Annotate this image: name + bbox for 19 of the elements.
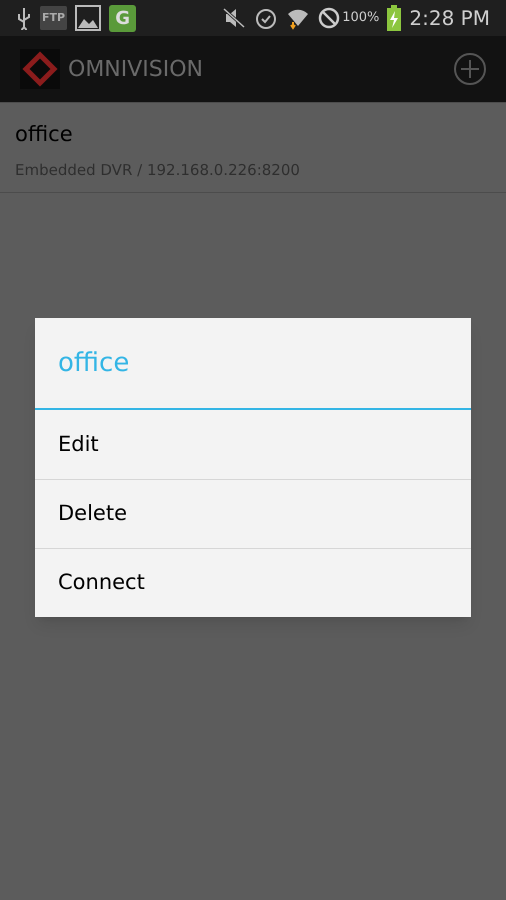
ftp-app-icon: FTP xyxy=(40,6,68,30)
blocked-icon xyxy=(318,7,340,29)
app-logo-icon: G xyxy=(109,4,136,32)
app-logo-icon xyxy=(20,49,60,89)
plus-icon xyxy=(460,59,480,79)
clock-time: 2:28 PM xyxy=(409,5,490,32)
battery-percent: 100% xyxy=(342,9,380,28)
add-button[interactable] xyxy=(454,53,486,85)
mute-icon xyxy=(222,7,246,29)
menu-item[interactable]: Edit xyxy=(35,410,471,479)
app-title: OMNIVISION xyxy=(68,56,204,84)
gallery-icon xyxy=(75,5,102,31)
device-name: office xyxy=(15,121,73,148)
dialog-title: office xyxy=(58,346,130,380)
menu-item[interactable]: Connect xyxy=(35,548,471,617)
battery-charging-icon xyxy=(387,5,402,31)
usb-icon xyxy=(16,6,32,30)
menu-item[interactable]: Delete xyxy=(35,479,471,548)
alarm-icon xyxy=(254,6,278,30)
